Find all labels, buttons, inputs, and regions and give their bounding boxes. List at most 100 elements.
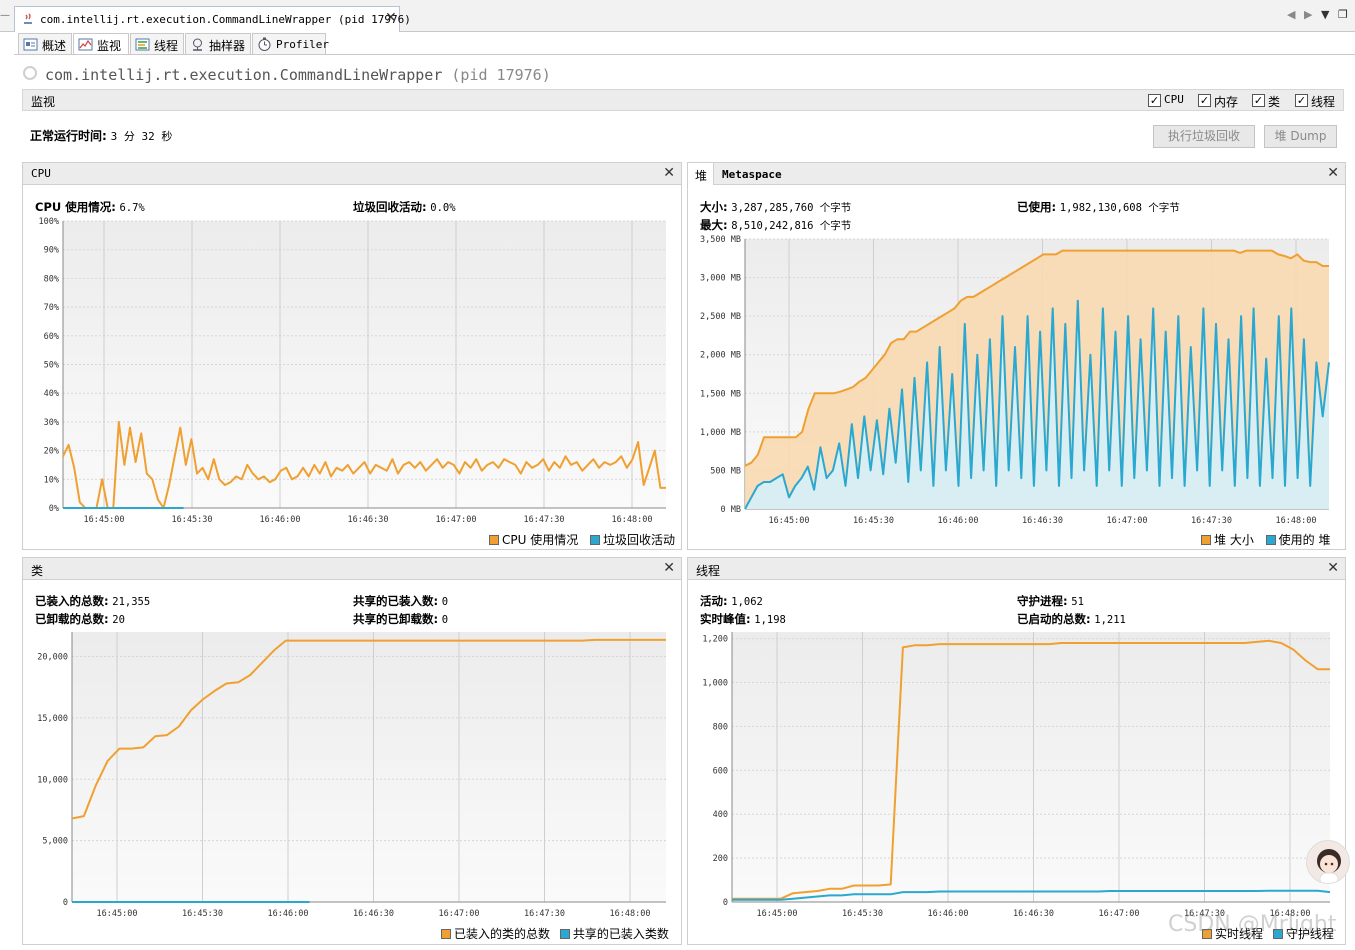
stat-label: 垃圾回收活动: xyxy=(353,200,427,214)
y-tick-label: 60% xyxy=(44,332,59,342)
panel-header: CPU ✕ xyxy=(23,163,681,185)
shared-loaded-stat: 共享的已装入数: 0 xyxy=(353,593,448,609)
y-tick-label: 3,000 MB xyxy=(700,274,741,284)
tab-label: 堆 xyxy=(695,169,708,183)
legend-label: 已装入的类的总数 xyxy=(454,927,551,941)
threads-panel: 线程 ✕ 活动: 1,062 实时峰值: 1,198 守护进程: 51 已启动的… xyxy=(687,557,1346,945)
check-icon: ✓ xyxy=(1148,94,1161,107)
monitor-label: 监视 xyxy=(31,95,56,109)
tab-profiler[interactable]: Profiler xyxy=(252,33,329,55)
restore-window-icon[interactable]: ❐ xyxy=(1338,8,1348,21)
peak-threads-stat: 实时峰值: 1,198 xyxy=(700,611,786,627)
live-threads-stat: 活动: 1,062 xyxy=(700,593,763,609)
java-app-icon xyxy=(24,13,32,24)
y-tick-label: 1,000 xyxy=(702,678,728,688)
check-icon: ✓ xyxy=(1295,94,1308,107)
x-tick-label: 16:45:30 xyxy=(172,515,213,525)
legend-label: 垃圾回收活动 xyxy=(603,533,676,547)
tab-heap[interactable]: 堆 xyxy=(688,163,714,185)
heap-dump-button[interactable]: 堆 Dump xyxy=(1264,125,1337,148)
document-tab-bar: — com.intellij.rt.execution.CommandLineW… xyxy=(0,0,1355,32)
close-icon[interactable]: ✕ xyxy=(1327,560,1339,576)
y-tick-label: 0% xyxy=(49,504,59,514)
y-tick-label: 1,000 MB xyxy=(700,428,741,438)
legend-item: 已装入的类的总数 xyxy=(441,927,550,941)
y-tick-label: 20% xyxy=(44,447,59,457)
x-tick-label: 16:45:00 xyxy=(769,516,810,525)
side-collapse-glyph[interactable]: — xyxy=(0,10,10,24)
legend-swatch xyxy=(590,535,601,545)
stat-value: 3,287,285,760 个字节 xyxy=(731,202,852,214)
x-tick-label: 16:47:30 xyxy=(1191,516,1232,525)
scroll-right-icon[interactable]: ▶ xyxy=(1304,8,1312,21)
x-tick-label: 16:45:00 xyxy=(84,515,125,525)
check-icon: ✓ xyxy=(1198,94,1211,107)
profiler-icon xyxy=(258,37,271,51)
stat-label: 已装入的总数: xyxy=(35,594,109,608)
stat-value: 1,211 xyxy=(1094,614,1126,626)
y-tick-label: 100% xyxy=(39,217,59,227)
legend-item: 堆 大小 xyxy=(1201,533,1254,547)
tab-overview[interactable]: 概述 xyxy=(18,33,72,55)
close-icon[interactable]: ✕ xyxy=(663,560,675,576)
divider xyxy=(14,54,1355,55)
tab-monitor[interactable]: 监视 xyxy=(73,33,129,55)
tab-threads[interactable]: 线程 xyxy=(130,33,184,55)
legend-item: 使用的 堆 xyxy=(1265,533,1331,547)
panel-header: 堆 Metaspace ✕ xyxy=(688,163,1345,185)
panel-header: 线程 ✕ xyxy=(688,558,1345,580)
watermark: CSDN @Mrlight xyxy=(1168,912,1337,937)
x-tick-label: 16:45:00 xyxy=(757,909,798,919)
stat-label: 最大: xyxy=(700,218,728,232)
y-tick-label: 0 MB xyxy=(721,505,741,515)
close-icon[interactable]: ✕ xyxy=(1327,165,1339,181)
stat-value: 1,198 xyxy=(754,614,786,626)
legend-swatch xyxy=(489,535,499,545)
assistant-avatar[interactable] xyxy=(1306,840,1350,884)
x-tick-label: 16:46:30 xyxy=(348,515,389,525)
tab-label: 概述 xyxy=(42,39,67,53)
stat-label: 共享的已装入数: xyxy=(353,594,439,608)
y-tick-label: 80% xyxy=(44,274,59,284)
x-tick-label: 16:47:00 xyxy=(1099,909,1140,919)
close-icon[interactable]: ✕ xyxy=(385,10,397,26)
y-tick-label: 1,200 xyxy=(702,635,728,645)
legend-label: 使用的 堆 xyxy=(1278,533,1331,547)
dropdown-menu-icon[interactable]: ▼ xyxy=(1321,8,1329,21)
x-tick-label: 16:46:00 xyxy=(938,516,979,525)
x-tick-label: 16:47:00 xyxy=(439,909,480,919)
process-pid: (pid 17976) xyxy=(451,66,551,84)
cpu-usage-stat: CPU 使用情况: 6.7% xyxy=(35,199,145,215)
tab-sampler[interactable]: 抽样器 xyxy=(185,33,251,55)
monitor-icon xyxy=(78,38,93,51)
scroll-left-icon[interactable]: ◀ xyxy=(1287,8,1295,21)
process-title: com.intellij.rt.execution.CommandLineWra… xyxy=(45,66,551,84)
y-tick-label: 20,000 xyxy=(37,653,68,663)
threads-chart: 0 200 400 600 800 1,000 1,200 16:45:00 16:45:30 1… xyxy=(702,632,1331,919)
x-tick-label: 16:45:30 xyxy=(853,516,894,525)
y-tick-label: 40% xyxy=(44,389,59,399)
uptime-label: 正常运行时间: xyxy=(30,129,107,143)
close-icon[interactable]: ✕ xyxy=(663,165,675,181)
stat-label: 已卸载的总数: xyxy=(35,612,109,626)
x-tick-label: 16:46:00 xyxy=(260,515,301,525)
cpu-legend: CPU 使用情况 垃圾回收活动 xyxy=(489,531,675,548)
stat-value: 6.7% xyxy=(119,202,145,214)
heap-legend: 堆 大小 使用的 堆 xyxy=(1201,531,1330,548)
perform-gc-button[interactable]: 执行垃圾回收 xyxy=(1153,125,1255,148)
tab-metaspace[interactable]: Metaspace xyxy=(722,168,782,181)
avatar-image xyxy=(1317,849,1341,883)
document-tab[interactable]: com.intellij.rt.execution.CommandLineWra… xyxy=(14,6,411,32)
y-tick-label: 500 MB xyxy=(710,466,741,476)
tab-label: 线程 xyxy=(154,39,179,53)
y-tick-label: 2,000 MB xyxy=(700,351,741,361)
uptime-value: 3 分 32 秒 xyxy=(110,130,173,143)
heap-panel: 堆 Metaspace ✕ 大小: 3,287,285,760 个字节 最大: … xyxy=(687,162,1346,550)
classes-panel: 类 ✕ 已装入的总数: 21,355 已卸载的总数: 20 共享的已装入数: 0… xyxy=(22,557,682,945)
stat-label: 守护进程: xyxy=(1017,594,1068,608)
daemon-threads-stat: 守护进程: 51 xyxy=(1017,593,1084,609)
loaded-classes-stat: 已装入的总数: 21,355 xyxy=(35,593,150,609)
threads-icon xyxy=(135,38,150,51)
legend-item: 共享的已装入类数 xyxy=(559,927,669,941)
heap-max-stat: 最大: 8,510,242,816 个字节 xyxy=(700,217,851,233)
